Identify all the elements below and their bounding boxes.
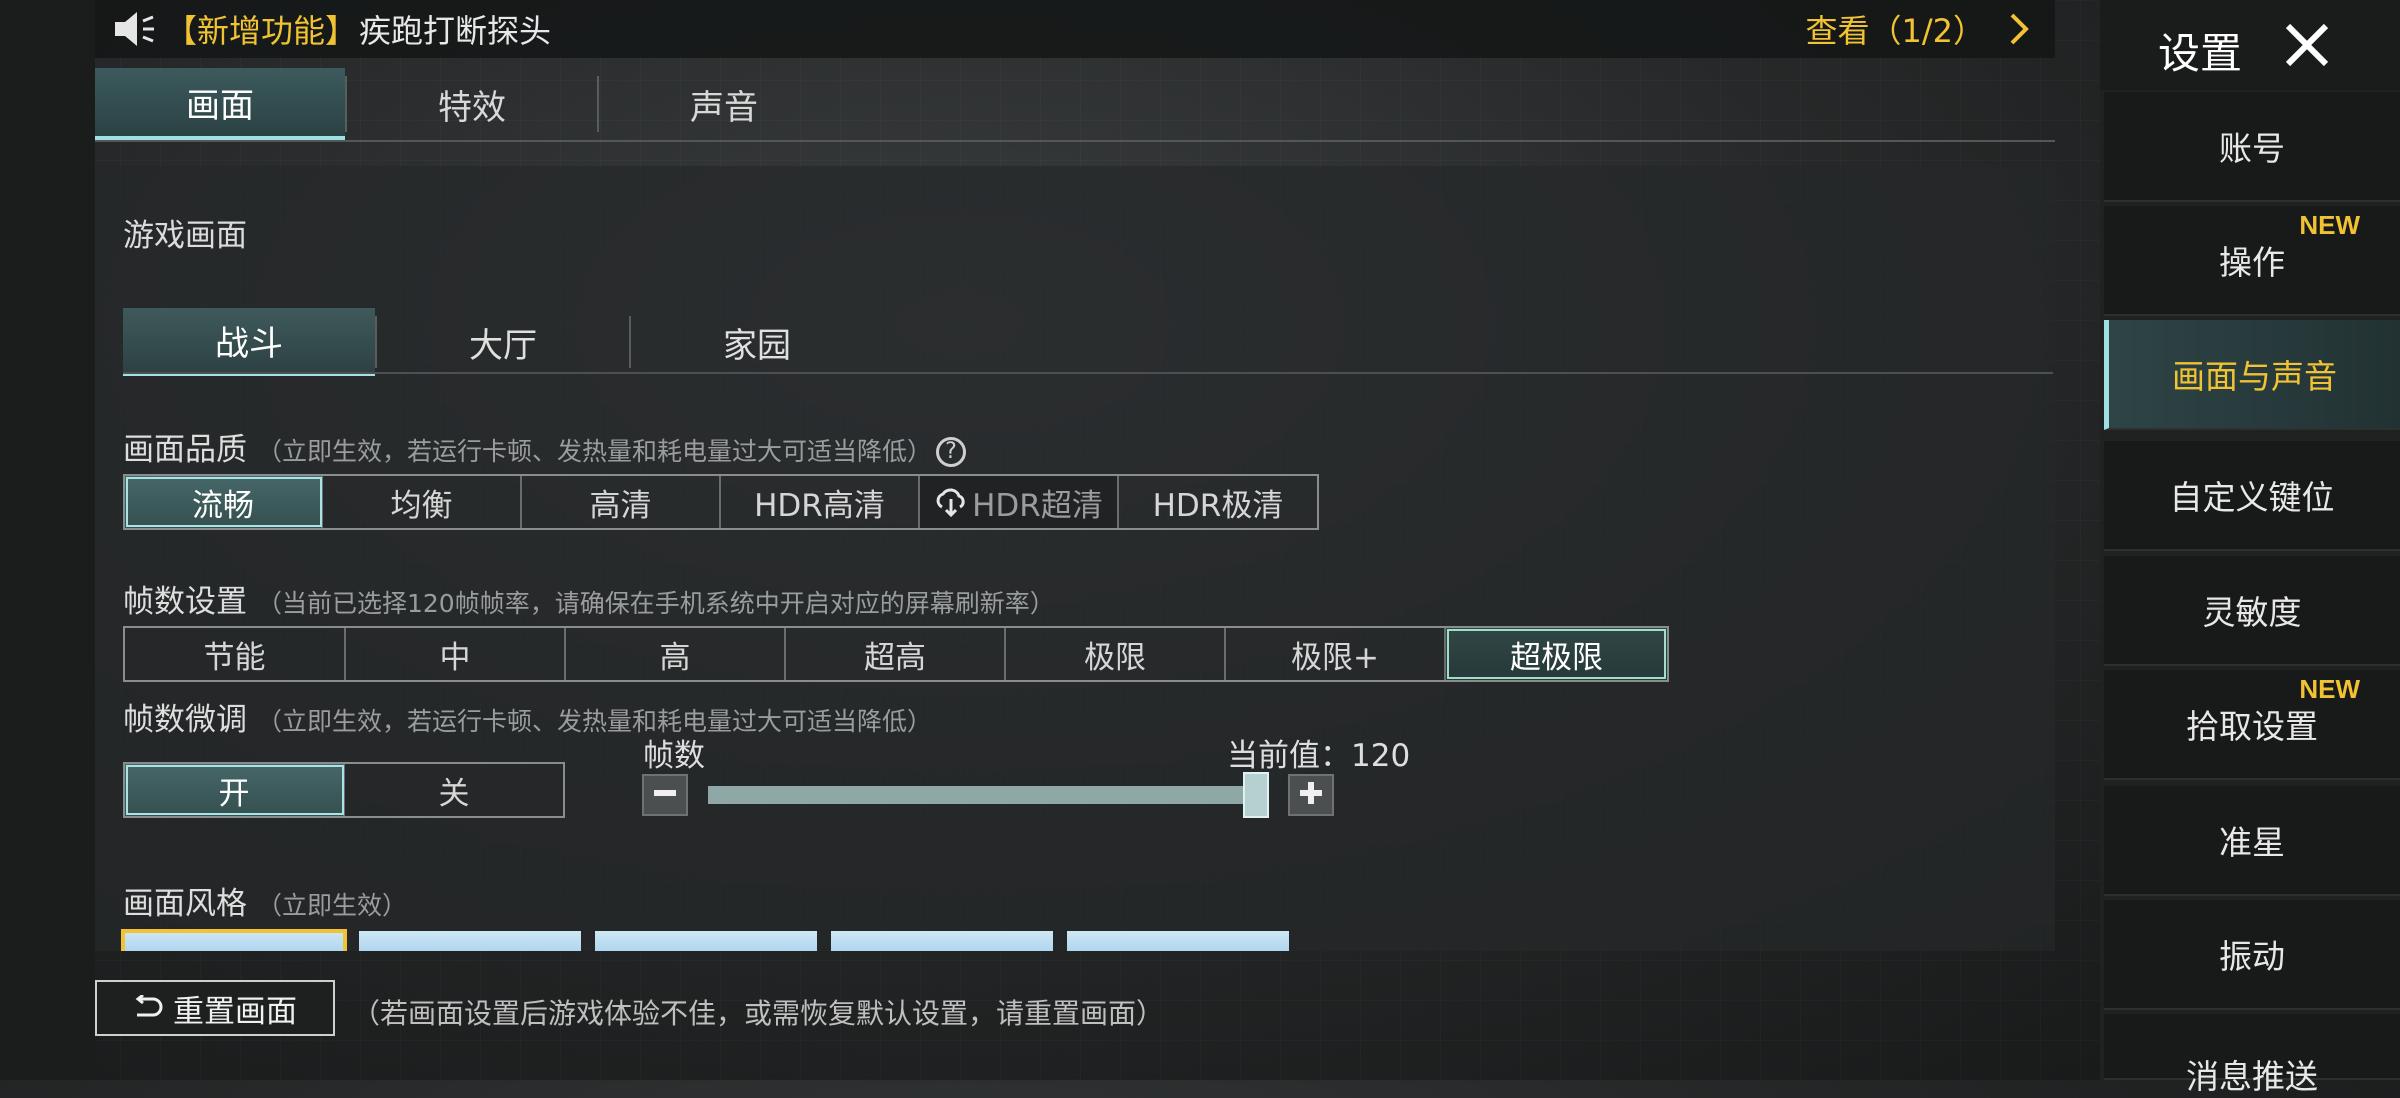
fine-tune-on[interactable]: 开 <box>125 764 345 816</box>
tab-display[interactable]: 画面 <box>95 68 345 140</box>
top-tabs: 画面 特效 声音 <box>95 68 849 140</box>
divider <box>123 372 2053 374</box>
quality-option-hdr-ultra-label: HDR超清 <box>972 487 1103 524</box>
sidebar-item-label: 操作 <box>2219 243 2285 282</box>
slider-label: 帧数 <box>643 738 705 774</box>
fine-tune-off[interactable]: 关 <box>345 764 563 816</box>
tab-home[interactable]: 家园 <box>631 308 883 376</box>
speaker-icon <box>105 0 165 58</box>
quality-label-row: 画面品质 （立即生效，若运行卡顿、发热量和耗电量过大可适当降低）? <box>123 424 967 469</box>
fps-hint: （当前已选择120帧帧率，请确保在手机系统中开启对应的屏幕刷新率） <box>257 589 1055 618</box>
fps-option-extreme[interactable]: 极限 <box>1006 628 1226 680</box>
style-option[interactable] <box>595 931 817 951</box>
reset-display-button[interactable]: 重置画面 <box>95 980 335 1036</box>
quality-selector: 流畅 均衡 高清 HDR高清 HDR超清 HDR极清 <box>123 474 1319 530</box>
fps-selector: 节能 中 高 超高 极限 极限+ 超极限 <box>123 626 1669 682</box>
style-label: 画面风格 <box>123 886 247 922</box>
fine-tune-label: 帧数微调 <box>123 702 247 738</box>
announcement-bar[interactable]: 【新增功能】 疾跑打断探头 查看（1/2） <box>95 0 2055 58</box>
plus-icon <box>1298 780 1324 810</box>
sidebar-item-controls[interactable]: 操作 NEW <box>2104 206 2400 316</box>
help-icon[interactable]: ? <box>936 436 967 467</box>
left-edge <box>0 0 95 1080</box>
quality-option-balanced[interactable]: 均衡 <box>323 476 522 528</box>
sidebar-item-label: 账号 <box>2219 129 2285 168</box>
sidebar-item-custom-layout[interactable]: 自定义键位 <box>2104 441 2400 551</box>
fps-option-medium[interactable]: 中 <box>346 628 566 680</box>
style-hint: （立即生效） <box>257 891 408 920</box>
tab-battle[interactable]: 战斗 <box>123 308 375 376</box>
fine-tune-toggle: 开 关 <box>123 762 565 818</box>
fps-label-row: 帧数设置 （当前已选择120帧帧率，请确保在手机系统中开启对应的屏幕刷新率） <box>123 576 1055 621</box>
sidebar-item-label: 画面与声音 <box>2172 357 2337 396</box>
new-badge: NEW <box>2299 674 2360 704</box>
sidebar-item-label: 拾取设置 <box>2186 707 2318 746</box>
view-announcement-link[interactable]: 查看（1/2） <box>1805 6 1985 52</box>
fps-slider-thumb[interactable] <box>1243 772 1269 818</box>
style-option[interactable] <box>831 931 1053 951</box>
announcement-text: 疾跑打断探头 <box>359 12 552 50</box>
sidebar-item-label: 自定义键位 <box>2169 478 2335 517</box>
fps-option-super-extreme[interactable]: 超极限 <box>1446 628 1667 680</box>
quality-hint: （立即生效，若运行卡顿、发热量和耗电量过大可适当降低） <box>257 437 933 466</box>
fine-tune-hint: （立即生效，若运行卡顿、发热量和耗电量过大可适当降低） <box>257 707 933 736</box>
tab-effects[interactable]: 特效 <box>347 68 597 140</box>
quality-option-hd[interactable]: 高清 <box>522 476 721 528</box>
fps-slider-track[interactable] <box>708 786 1260 804</box>
fps-option-ultra[interactable]: 超高 <box>786 628 1006 680</box>
quality-option-hdr-ultra[interactable]: HDR超清 <box>920 476 1119 528</box>
new-badge: NEW <box>2299 210 2360 240</box>
quality-option-smooth[interactable]: 流畅 <box>125 476 323 528</box>
style-option[interactable] <box>1067 931 1289 951</box>
sidebar-item-label: 振动 <box>2219 937 2285 976</box>
quality-option-hdr-extreme[interactable]: HDR极清 <box>1119 476 1317 528</box>
sidebar-item-sensitivity[interactable]: 灵敏度 <box>2104 556 2400 666</box>
quality-option-hdr-hd[interactable]: HDR高清 <box>721 476 920 528</box>
minus-icon <box>652 780 678 810</box>
reset-hint: （若画面设置后游戏体验不佳，或需恢复默认设置，请重置画面） <box>352 997 1165 1030</box>
sidebar-item-notifications[interactable]: 消息推送 <box>2104 1014 2400 1096</box>
settings-title: 设置 <box>2158 29 2243 78</box>
settings-panel[interactable]: 游戏画面 战斗 大厅 家园 画面品质 （立即生效，若运行卡顿、发热量和耗电量过大可… <box>95 166 2055 951</box>
style-option[interactable] <box>121 929 347 951</box>
style-options <box>121 929 1289 951</box>
quality-label: 画面品质 <box>123 432 247 468</box>
slider-current-value: 当前值：120 <box>1227 738 1411 774</box>
sidebar-item-label: 消息推送 <box>2186 1057 2318 1096</box>
fps-label: 帧数设置 <box>123 584 247 620</box>
section-title: 游戏画面 <box>123 218 247 254</box>
sidebar-item-pickup[interactable]: 拾取设置 NEW <box>2104 670 2400 780</box>
reset-label: 重置画面 <box>173 993 297 1030</box>
sidebar-item-vibration[interactable]: 振动 <box>2104 900 2400 1010</box>
sidebar-item-label: 灵敏度 <box>2202 593 2302 632</box>
announcement-tag: 【新增功能】 <box>165 12 358 50</box>
cloud-download-icon <box>934 487 968 517</box>
fps-option-extreme-plus[interactable]: 极限+ <box>1226 628 1446 680</box>
sidebar-item-account[interactable]: 账号 <box>2104 92 2400 202</box>
chevron-right-icon[interactable] <box>2007 11 2031 51</box>
fps-option-power-save[interactable]: 节能 <box>125 628 346 680</box>
style-option[interactable] <box>359 931 581 951</box>
fine-tune-label-row: 帧数微调 （立即生效，若运行卡顿、发热量和耗电量过大可适当降低） <box>123 694 932 739</box>
sidebar-item-crosshair[interactable]: 准星 <box>2104 786 2400 896</box>
sidebar-header <box>2100 0 2400 90</box>
sidebar-item-label: 准星 <box>2219 823 2285 862</box>
fps-option-high[interactable]: 高 <box>566 628 786 680</box>
scene-tabs: 战斗 大厅 家园 <box>123 308 883 376</box>
decrease-button[interactable] <box>642 774 688 816</box>
style-label-row: 画面风格 （立即生效） <box>123 878 407 923</box>
divider <box>95 140 2055 142</box>
reset-icon <box>133 995 163 1021</box>
increase-button[interactable] <box>1288 774 1334 816</box>
close-icon[interactable] <box>2282 20 2332 70</box>
sidebar-item-display-sound[interactable]: 画面与声音 <box>2104 320 2400 430</box>
tab-lobby[interactable]: 大厅 <box>377 308 629 376</box>
tab-sound[interactable]: 声音 <box>599 68 849 140</box>
